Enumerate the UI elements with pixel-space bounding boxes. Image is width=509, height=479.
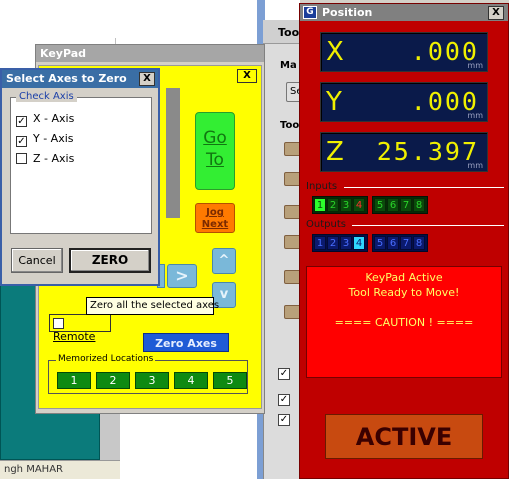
- outputs-divider: [352, 225, 504, 226]
- axis-checkbox-y[interactable]: ✓ Y - Axis: [16, 132, 74, 147]
- output-led: 5: [374, 236, 386, 250]
- status-line: ==== CAUTION ! ====: [334, 316, 474, 329]
- goto-button[interactable]: Go To: [195, 112, 235, 190]
- axis-checkbox-box[interactable]: [16, 153, 27, 164]
- dro-y: Y .000 mm: [320, 82, 488, 122]
- input-led: 6: [387, 198, 399, 212]
- dro-z: Z 25.397 mm: [320, 132, 488, 172]
- input-led: 8: [413, 198, 425, 212]
- check-axis-title: Check Axis: [16, 91, 77, 102]
- background-checkbox[interactable]: ✓: [278, 414, 290, 426]
- inputs-group-a: 1 2 3 4: [312, 196, 368, 214]
- app-icon: G: [303, 6, 317, 19]
- memorized-locations-title: Memorized Locations: [56, 354, 156, 364]
- memorized-location-button[interactable]: 3: [135, 372, 169, 389]
- dro-unit: mm: [467, 111, 483, 120]
- background-checkbox[interactable]: ✓: [278, 394, 290, 406]
- output-led: 8: [413, 236, 425, 250]
- dro-value: 25.397: [376, 137, 479, 166]
- axis-checkbox-x[interactable]: ✓ X - Axis: [16, 112, 74, 127]
- position-close-button[interactable]: X: [488, 6, 504, 20]
- outputs-group-b: 5 6 7 8: [372, 234, 428, 252]
- jog-label: Jog: [206, 207, 224, 218]
- input-led: 5: [374, 198, 386, 212]
- input-led: 2: [327, 198, 339, 212]
- remote-checkbox-box[interactable]: [53, 318, 64, 329]
- keypad-title-bar[interactable]: KeyPad: [36, 45, 264, 62]
- output-led: 1: [314, 236, 326, 250]
- status-line: Tool Ready to Move!: [348, 286, 460, 299]
- inputs-label: Inputs: [306, 181, 338, 192]
- remote-checkbox[interactable]: Remote: [49, 314, 111, 343]
- axis-checkbox-box[interactable]: ✓: [16, 116, 27, 127]
- keypad-close-button[interactable]: X: [237, 69, 257, 83]
- zero-tooltip: Zero all the selected axes: [86, 297, 219, 315]
- jog-right-button[interactable]: >: [167, 264, 197, 288]
- jog-next-button[interactable]: Jog Next: [195, 203, 235, 233]
- memorized-location-button[interactable]: 4: [174, 372, 208, 389]
- keypad-gray-block: [166, 88, 180, 218]
- active-button[interactable]: ACTIVE: [325, 414, 483, 459]
- dialog-title: Select Axes to Zero: [6, 72, 127, 85]
- status-line: [307, 300, 501, 315]
- remote-label: Remote: [53, 330, 96, 343]
- axis-label: X - Axis: [33, 112, 75, 125]
- jog-label: Next: [201, 219, 229, 230]
- output-led: 7: [400, 236, 412, 250]
- dro-axis-label: Z: [326, 137, 344, 167]
- axis-checkbox-z[interactable]: Z - Axis: [16, 152, 74, 165]
- axis-label: Y - Axis: [33, 132, 74, 145]
- background-checkbox[interactable]: ✓: [278, 368, 290, 380]
- axis-label: Z - Axis: [33, 152, 75, 165]
- background-panel-label: Ma: [280, 60, 297, 71]
- background-tool-panel: Ma Se Too ✓ ✓ ✓: [263, 20, 303, 479]
- keypad-title: KeyPad: [40, 47, 87, 60]
- dro-axis-label: Y: [326, 87, 342, 117]
- zero-button[interactable]: ZERO: [69, 248, 151, 273]
- dro-unit: mm: [467, 61, 483, 70]
- position-title: Position: [322, 6, 373, 19]
- status-line: KeyPad Active: [365, 271, 443, 284]
- output-led: 3: [340, 236, 352, 250]
- goto-label: To: [206, 150, 224, 170]
- outputs-group-a: 1 2 3 4: [312, 234, 368, 252]
- jog-up-button[interactable]: ^: [212, 248, 236, 274]
- dro-unit: mm: [467, 161, 483, 170]
- select-axes-dialog: Select Axes to Zero X Check Axis ✓ X - Ax…: [0, 68, 160, 286]
- axis-checkbox-box[interactable]: ✓: [16, 136, 27, 147]
- dro-x: X .000 mm: [320, 32, 488, 72]
- dro-axis-label: X: [326, 37, 344, 67]
- background-panel-label: Too: [280, 120, 300, 131]
- zero-axes-button[interactable]: Zero Axes: [143, 333, 229, 352]
- output-led: 6: [387, 236, 399, 250]
- background-status-bar: ngh MAHAR: [0, 460, 120, 479]
- input-led: 1: [314, 198, 326, 212]
- goto-label: Go: [203, 128, 227, 148]
- dialog-close-button[interactable]: X: [139, 72, 155, 86]
- input-led: 7: [400, 198, 412, 212]
- memorized-location-button[interactable]: 2: [96, 372, 130, 389]
- dialog-title-bar[interactable]: Select Axes to Zero: [2, 70, 158, 88]
- memorized-location-button[interactable]: 1: [57, 372, 91, 389]
- outputs-label: Outputs: [306, 219, 346, 230]
- inputs-group-b: 5 6 7 8: [372, 196, 428, 214]
- input-led: 4: [353, 198, 365, 212]
- output-led: 4: [353, 236, 365, 250]
- position-window: Position G X X .000 mm Y .000 mm Z 25.39…: [299, 3, 509, 479]
- input-led: 3: [340, 198, 352, 212]
- inputs-divider: [344, 187, 504, 188]
- position-title-bar[interactable]: Position: [300, 4, 508, 21]
- background-status-text: ngh MAHAR: [4, 464, 63, 475]
- memorized-location-button[interactable]: 5: [213, 372, 247, 389]
- background-tool-title-text: Too: [278, 26, 300, 39]
- output-led: 2: [327, 236, 339, 250]
- status-message-box: KeyPad Active Tool Ready to Move! ==== C…: [306, 266, 502, 378]
- cancel-button[interactable]: Cancel: [11, 248, 63, 273]
- background-tool-panel-title: Too: [263, 20, 303, 44]
